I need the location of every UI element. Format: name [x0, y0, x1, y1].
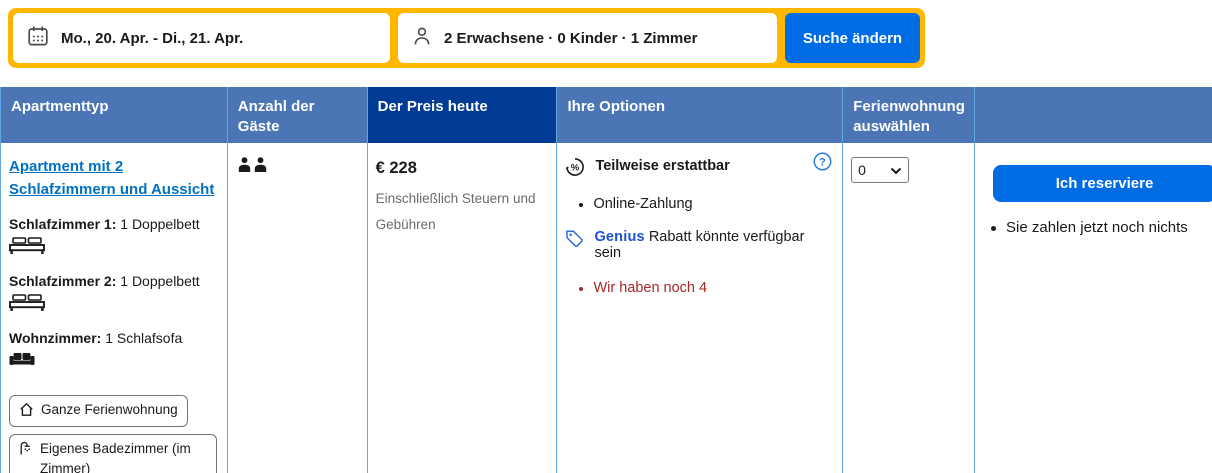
reserve-button[interactable]: Ich reserviere — [993, 165, 1212, 202]
badge-label: Eigenes Badezimmer (im Zimmer) — [40, 441, 191, 473]
room-label: Wohnzimmer: — [9, 330, 102, 347]
cell-apartment-type: Apartment mit 2 Schlafzimmern und Aussic… — [1, 143, 228, 473]
occupancy-field[interactable]: 2 Erwachsene · 0 Kinder · 1 Zimmer — [398, 13, 777, 63]
search-bar: Mo., 20. Apr. - Di., 21. Apr. 2 Erwachse… — [8, 8, 925, 68]
badge-label: Ganze Ferienwohnung — [41, 401, 178, 417]
reserve-note-item: Sie zahlen jetzt noch nichts — [991, 219, 1204, 236]
room-value: 1 Doppelbett — [120, 272, 200, 289]
double-bed-icon — [9, 294, 219, 316]
occupancy-icons — [236, 151, 359, 178]
reserve-note-label: Sie zahlen jetzt noch nichts — [1006, 219, 1188, 236]
cell-price: € 228 Einschließlich Steuern und Gebühre… — [367, 143, 558, 473]
table-row: Apartment mit 2 Schlafzimmern und Aussic… — [1, 143, 1212, 473]
date-range-value: Mo., 20. Apr. - Di., 21. Apr. — [61, 29, 244, 47]
header-select: Ferienwohnung auswählen — [843, 87, 976, 143]
person-icon — [412, 26, 432, 51]
adult-icon — [238, 157, 250, 172]
room-label: Schlafzimmer 1: — [9, 215, 117, 232]
genius-discount-text: Genius Rabatt könnte verfügbar sein — [594, 229, 805, 261]
change-search-button[interactable]: Suche ändern — [785, 13, 920, 63]
header-guests: Anzahl der Gäste — [227, 87, 368, 143]
room-label: Schlafzimmer 2: — [9, 272, 117, 289]
cell-reserve: Ich reserviere Sie zahlen jetzt noch nic… — [975, 143, 1212, 473]
refund-policy-label: Teilweise erstattbar — [595, 158, 730, 174]
shower-icon — [19, 441, 33, 462]
svg-text:?: ? — [819, 156, 826, 168]
double-bed-icon — [9, 236, 219, 259]
calendar-icon — [27, 25, 49, 52]
bullet-dot — [579, 203, 584, 207]
cell-options: ? % Teilweise erstattbar Online-Zahlung … — [557, 143, 844, 473]
price-amount: € 228 — [375, 159, 417, 177]
bullet-dot — [579, 287, 584, 291]
header-options: Ihre Optionen — [557, 87, 844, 143]
percent-refund-icon: % — [565, 157, 585, 177]
apartment-title-link[interactable]: Apartment mit 2 Schlafzimmern und Aussic… — [9, 155, 219, 202]
price-taxes-note: Einschließlich Steuern und Gebühren — [375, 191, 536, 232]
room-line-bedroom2: Schlafzimmer 2: 1 Doppelbett — [9, 272, 219, 316]
help-icon[interactable]: ? — [813, 152, 832, 176]
header-price: Der Preis heute — [367, 87, 558, 143]
house-icon — [19, 402, 34, 423]
table-header-row: Apartmenttyp Anzahl der Gäste Der Preis … — [1, 87, 1212, 143]
badge-private-bathroom: Eigenes Badezimmer (im Zimmer) — [9, 434, 217, 473]
booking-room-selection-page: Mo., 20. Apr. - Di., 21. Apr. 2 Erwachse… — [0, 0, 1212, 473]
room-line-livingroom: Wohnzimmer: 1 Schlafsofa — [9, 329, 219, 371]
genius-discount-row: Genius Rabatt könnte verfügbar sein — [565, 229, 834, 261]
genius-logo: Genius — [594, 229, 645, 245]
tag-icon — [565, 229, 584, 252]
scarcity-label: Wir haben noch 4 — [593, 280, 708, 296]
occupancy-value: 2 Erwachsene · 0 Kinder · 1 Zimmer — [444, 29, 698, 47]
sofa-icon — [9, 351, 219, 371]
room-value: 1 Doppelbett — [120, 215, 200, 232]
bullet-dot — [991, 226, 997, 231]
payment-option-label: Online-Zahlung — [593, 196, 693, 212]
adult-icon — [254, 157, 266, 172]
rooms-table: Apartmenttyp Anzahl der Gäste Der Preis … — [0, 87, 1212, 473]
header-actions — [975, 87, 1212, 143]
apartment-badges: Ganze Ferienwohnung Eigenes Badezimmer (… — [9, 388, 219, 473]
room-value: 1 Schlafsofa — [105, 330, 183, 347]
quantity-select-value: 0 — [858, 162, 866, 178]
badge-entire-apartment: Ganze Ferienwohnung — [9, 394, 188, 428]
date-range-field[interactable]: Mo., 20. Apr. - Di., 21. Apr. — [13, 13, 390, 63]
quantity-select[interactable]: 0 — [851, 157, 910, 183]
cell-select-quantity: 0 — [843, 143, 976, 473]
svg-text:%: % — [571, 163, 580, 174]
header-apartment-type: Apartmenttyp — [1, 87, 228, 143]
refund-policy-row: % Teilweise erstattbar — [565, 157, 834, 177]
room-line-bedroom1: Schlafzimmer 1: 1 Doppelbett — [9, 215, 219, 259]
cell-guests — [227, 143, 368, 473]
scarcity-item: Wir haben noch 4 — [579, 280, 834, 296]
chevron-down-icon — [890, 162, 902, 178]
payment-option-item: Online-Zahlung — [579, 196, 834, 212]
